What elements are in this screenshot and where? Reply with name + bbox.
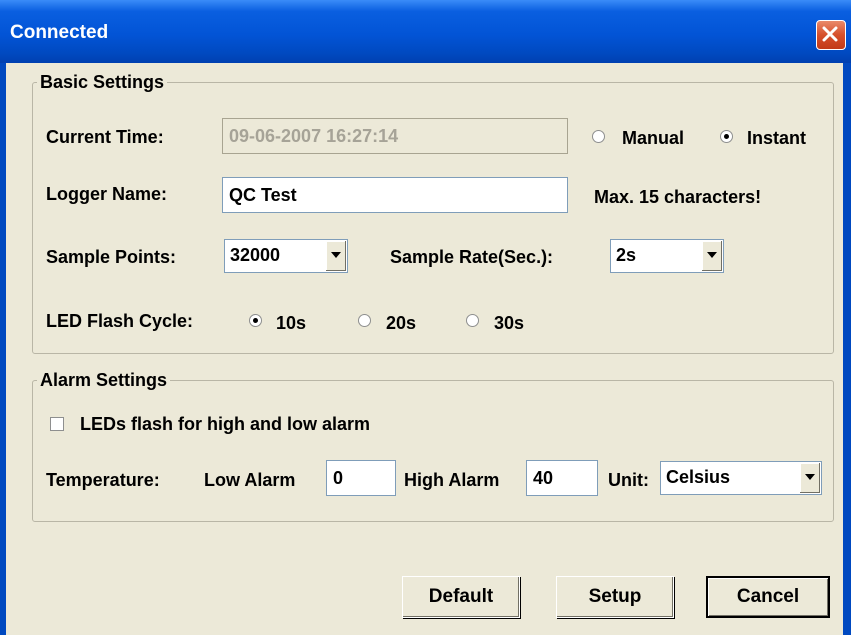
default-button[interactable]: Default bbox=[402, 576, 520, 618]
sample-rate-label: Sample Rate(Sec.): bbox=[390, 247, 554, 267]
chevron-down-icon bbox=[707, 252, 717, 258]
temperature-label: Temperature: bbox=[46, 470, 160, 490]
unit-label: Unit: bbox=[608, 470, 649, 490]
high-alarm-label: High Alarm bbox=[404, 470, 500, 490]
led-cycle-30s-label[interactable]: 30s bbox=[494, 312, 524, 334]
setup-button[interactable]: Setup bbox=[556, 576, 674, 618]
window-border-right bbox=[843, 63, 851, 635]
dialog-window: Connected Basic Settings Current Time: M… bbox=[0, 0, 851, 635]
sample-rate-dropdown-button[interactable] bbox=[701, 241, 722, 271]
window-border-left bbox=[0, 63, 6, 635]
sample-rate-value: 2s bbox=[616, 245, 637, 265]
low-alarm-input[interactable] bbox=[326, 460, 396, 496]
logger-name-hint: Max. 15 characters! bbox=[594, 187, 762, 207]
low-alarm-label: Low Alarm bbox=[204, 470, 296, 490]
cancel-button[interactable]: Cancel bbox=[706, 576, 830, 618]
title-bar[interactable]: Connected bbox=[0, 0, 851, 63]
led-flash-alarm-checkbox[interactable] bbox=[50, 417, 64, 431]
alarm-settings-legend: Alarm Settings bbox=[40, 370, 168, 390]
chevron-down-icon bbox=[805, 474, 815, 480]
logger-name-label: Logger Name: bbox=[46, 184, 168, 204]
unit-select[interactable]: Celsius bbox=[660, 461, 822, 495]
led-cycle-20s-radio[interactable] bbox=[358, 314, 371, 327]
alarm-settings-group: Alarm Settings bbox=[32, 370, 834, 522]
sample-points-dropdown-button[interactable] bbox=[325, 241, 346, 271]
close-icon bbox=[822, 26, 838, 42]
led-cycle-10s-radio[interactable] bbox=[249, 314, 262, 327]
sample-points-value: 32000 bbox=[230, 245, 281, 265]
window-title: Connected bbox=[10, 22, 109, 43]
time-mode-instant-label[interactable]: Instant bbox=[747, 127, 806, 149]
sample-points-select[interactable]: 32000 bbox=[224, 239, 348, 273]
time-mode-instant-radio[interactable] bbox=[720, 130, 733, 143]
led-cycle-20s-label[interactable]: 20s bbox=[386, 312, 416, 334]
time-mode-manual-label[interactable]: Manual bbox=[622, 127, 684, 149]
current-time-field bbox=[222, 118, 568, 154]
logger-name-input[interactable] bbox=[222, 177, 568, 213]
unit-value: Celsius bbox=[666, 467, 731, 487]
led-cycle-30s-radio[interactable] bbox=[466, 314, 479, 327]
sample-rate-select[interactable]: 2s bbox=[610, 239, 724, 273]
time-mode-manual-radio[interactable] bbox=[592, 130, 605, 143]
sample-points-label: Sample Points: bbox=[46, 247, 177, 267]
basic-settings-legend: Basic Settings bbox=[40, 72, 165, 92]
high-alarm-input[interactable] bbox=[526, 460, 598, 496]
chevron-down-icon bbox=[331, 252, 341, 258]
led-cycle-10s-label[interactable]: 10s bbox=[276, 312, 306, 334]
led-flash-alarm-label[interactable]: LEDs flash for high and low alarm bbox=[80, 413, 370, 435]
led-cycle-label: LED Flash Cycle: bbox=[46, 311, 194, 331]
unit-dropdown-button[interactable] bbox=[799, 463, 820, 493]
current-time-label: Current Time: bbox=[46, 127, 164, 147]
close-button[interactable] bbox=[816, 20, 846, 50]
